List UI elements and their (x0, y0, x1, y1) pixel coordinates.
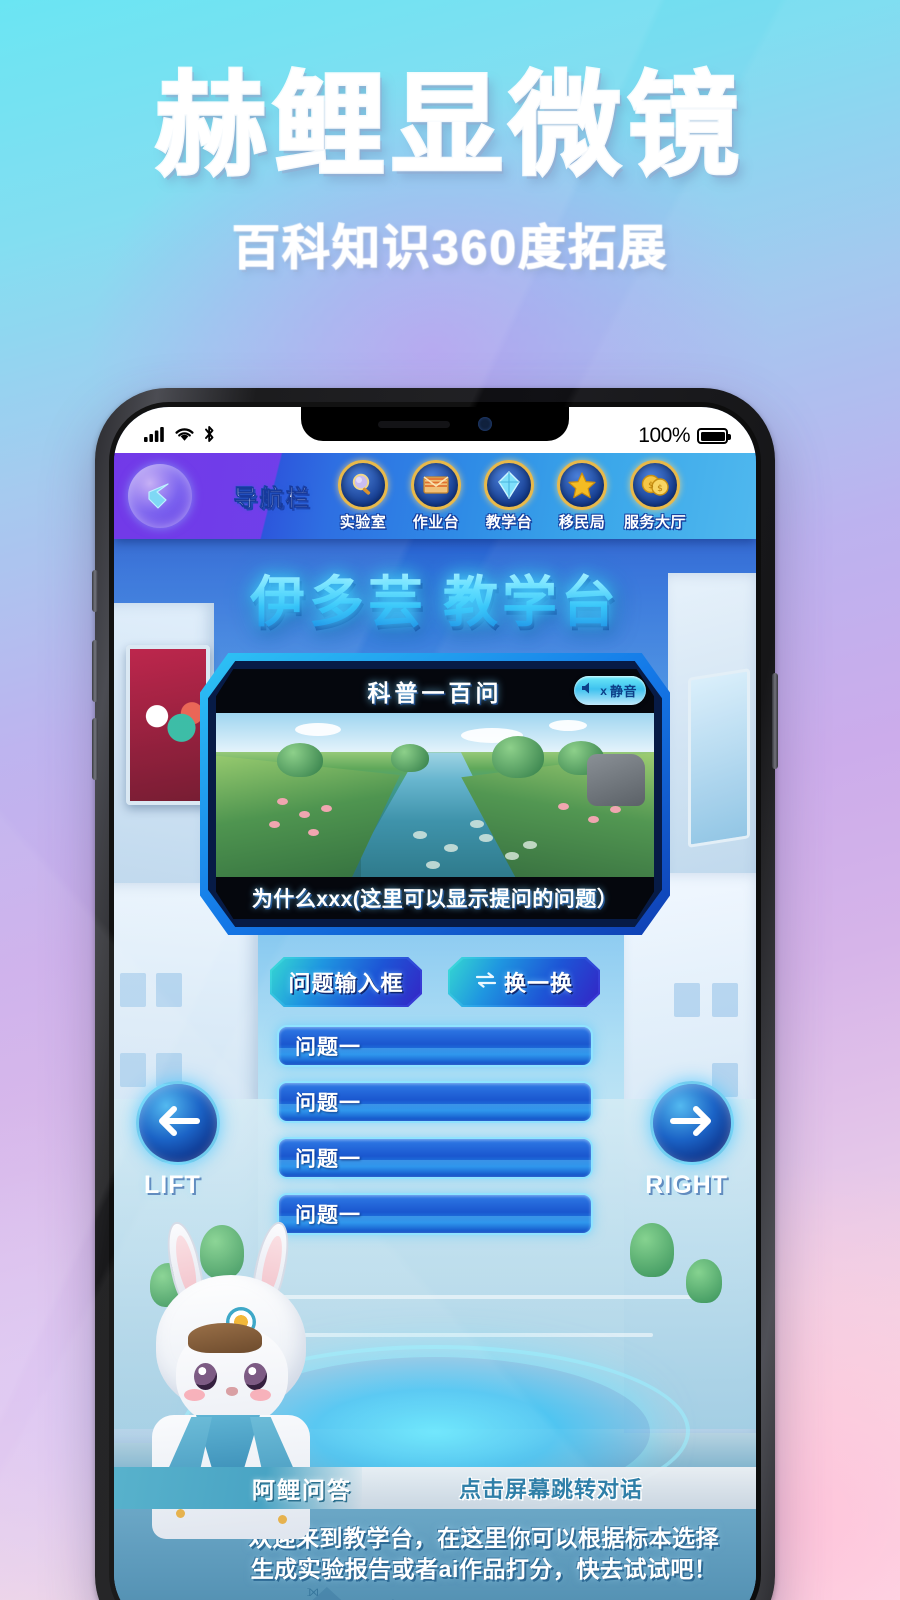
phone-screen: 100% 导航栏 实验室 作业台 教学台 移民局 $ $ 服务大厅 伊多芸 教学… (114, 407, 756, 1600)
question-label: 问题一 (295, 1148, 361, 1171)
phone-bezel: 100% 导航栏 实验室 作业台 教学台 移民局 $ $ 服务大厅 伊多芸 教学… (109, 402, 761, 1600)
signal-bars-icon (144, 426, 166, 447)
list-item[interactable]: 问题一 (277, 1025, 593, 1067)
nav-item-label: 教学台 (485, 514, 533, 531)
video-panel[interactable]: 科普一百问 x 静音 为什么xxx(这里可以显示提问的问题） (200, 653, 670, 935)
phone-silent-switch (92, 570, 98, 612)
street-billboard (126, 645, 210, 805)
question-input-label: 问题输入框 (288, 971, 404, 996)
mute-button[interactable]: x 静音 (574, 676, 646, 705)
bluetooth-icon (203, 425, 216, 448)
mute-x-mark: x (600, 683, 607, 698)
wifi-icon (174, 426, 195, 447)
nav-item-label: 移民局 (558, 514, 606, 531)
question-list: 问题一 问题一 问题一 问题一 (277, 1025, 593, 1235)
section-title-brand: 伊多芸 (249, 570, 427, 634)
nav-item-label: 实验室 (339, 514, 387, 531)
status-bar-left (144, 425, 216, 448)
magnifier-icon (338, 460, 388, 510)
navbar-items: 实验室 作业台 教学台 移民局 $ $ 服务大厅 (330, 460, 688, 532)
earpiece-speaker (378, 420, 450, 428)
nav-item-service-hall[interactable]: $ $ 服务大厅 (622, 460, 688, 532)
prev-page-button[interactable] (136, 1081, 220, 1165)
bird-decoration: ⟕ (345, 1595, 355, 1600)
list-item[interactable]: 问题一 (277, 1081, 593, 1123)
phone-volume-up-button (92, 640, 98, 702)
coins-icon: $ $ (630, 460, 680, 510)
video-screen: 科普一百问 x 静音 为什么xxx(这里可以显示提问的问题） (216, 669, 654, 919)
nav-item-lab[interactable]: 实验室 (330, 460, 396, 532)
tap-hint[interactable]: 点击屏幕跳转对话 (362, 1472, 756, 1504)
section-title-section: 教学台 (443, 570, 621, 634)
arrow-left-icon (156, 1104, 200, 1143)
back-chevron-icon[interactable] (128, 464, 192, 528)
promo-page: 赫鲤显微镜 百科知识360度拓展 100% 导航栏 实验室 作业台 教学台 移民… (0, 0, 900, 1600)
question-input-button[interactable]: 问题输入框 (270, 957, 422, 1007)
arrow-right-icon (670, 1104, 714, 1143)
nav-item-worktable[interactable]: 作业台 (403, 460, 469, 532)
front-camera (478, 417, 492, 431)
svg-text:$: $ (657, 484, 663, 494)
video-caption: 为什么xxx(这里可以显示提问的问题） (216, 877, 654, 919)
swap-arrows-icon (475, 971, 497, 994)
hero-header: 赫鲤显微镜 百科知识360度拓展 (0, 0, 900, 278)
welcome-line-2: 生成实验报告或者ai作品打分，快去试试吧！ (250, 1556, 718, 1583)
speaker-mute-icon (581, 681, 597, 700)
svg-text:$: $ (648, 481, 654, 491)
list-item[interactable]: 问题一 (277, 1137, 593, 1179)
question-label: 问题一 (295, 1036, 361, 1059)
nav-item-label: 作业台 (412, 514, 460, 531)
nav-item-immigration[interactable]: 移民局 (549, 460, 615, 532)
navbar-label: 导航栏 (234, 485, 312, 512)
video-thumbnail (216, 713, 654, 877)
mute-label: 静音 (609, 684, 637, 699)
bottom-action-bar: 阿鲤问答 点击屏幕跳转对话 (114, 1467, 756, 1509)
nav-item-label: 服务大厅 (623, 514, 686, 531)
prev-page-label: LIFT (144, 1171, 201, 1199)
battery-full-icon (697, 428, 731, 444)
phone-mockup: 100% 导航栏 实验室 作业台 教学台 移民局 $ $ 服务大厅 伊多芸 教学… (92, 388, 778, 1600)
section-title: 伊多芸 教学台 (114, 557, 756, 637)
crystal-gem-icon (484, 460, 534, 510)
next-page-label: RIGHT (645, 1171, 728, 1199)
app-content: 导航栏 实验室 作业台 教学台 移民局 $ $ 服务大厅 伊多芸 教学台 科普一… (114, 453, 756, 1600)
page-title: 赫鲤显微镜 (154, 61, 745, 191)
app-navbar: 导航栏 实验室 作业台 教学台 移民局 $ $ 服务大厅 (114, 453, 756, 539)
refresh-questions-button[interactable]: 换一换 (448, 957, 600, 1007)
page-subtitle: 百科知识360度拓展 (231, 221, 669, 276)
video-title: 科普一百问 (367, 680, 503, 706)
status-bar-right: 100% (638, 424, 731, 448)
next-page-button[interactable] (650, 1081, 734, 1165)
phone-notch (301, 407, 569, 441)
battery-percent-label: 100% (638, 424, 690, 447)
star-icon (557, 460, 607, 510)
question-label: 问题一 (295, 1092, 361, 1115)
action-row: 问题输入框 换一换 (270, 957, 600, 1007)
envelope-icon (411, 460, 461, 510)
qa-title-container[interactable]: 阿鲤问答 (114, 1467, 362, 1509)
qa-title: 阿鲤问答 (252, 1477, 352, 1503)
video-header: 科普一百问 x 静音 (216, 669, 654, 713)
refresh-questions-label: 换一换 (503, 971, 573, 996)
phone-power-button (772, 673, 778, 769)
phone-volume-down-button (92, 718, 98, 780)
street-billboard-right (688, 668, 750, 848)
nav-item-teaching[interactable]: 教学台 (476, 460, 542, 532)
